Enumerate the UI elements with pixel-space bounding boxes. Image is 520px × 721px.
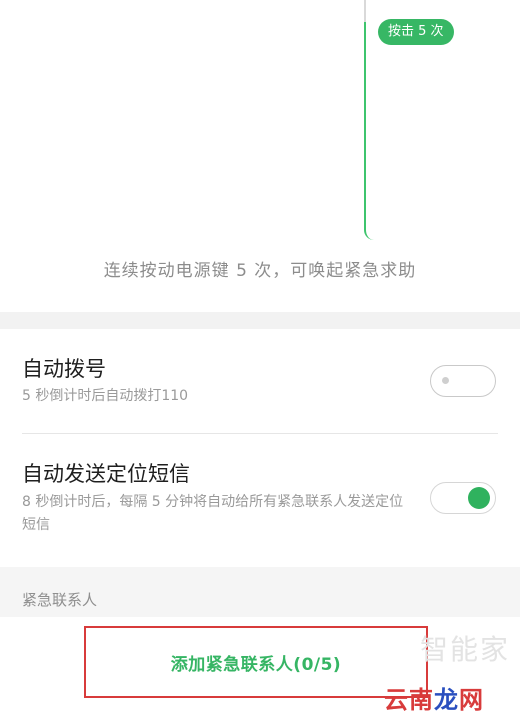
watermark-brand: 云南龙网 bbox=[384, 680, 484, 715]
phone-edge-graphic bbox=[364, 0, 380, 240]
watermark-brand-part1: 云南 bbox=[384, 686, 434, 714]
section-title: 紧急联系人 bbox=[22, 591, 98, 609]
press-count-badge: 按击 5 次 bbox=[378, 19, 454, 45]
toggle-knob bbox=[442, 377, 449, 384]
illustration-caption: 连续按动电源键 5 次，可唤起紧急求助 bbox=[103, 261, 417, 281]
auto-dial-description: 5 秒倒计时后自动拨打110 bbox=[22, 388, 189, 404]
auto-sms-description: 8 秒倒计时后，每隔 5 分钟将自动给所有紧急联系人发送定位短信 bbox=[22, 494, 404, 533]
emergency-contacts-header: 紧急联系人 bbox=[0, 567, 520, 617]
setting-row-auto-sms[interactable]: 自动发送定位短信 8 秒倒计时后，每隔 5 分钟将自动给所有紧急联系人发送定位短… bbox=[0, 434, 520, 567]
toggle-knob bbox=[468, 487, 490, 509]
watermark-brand-part3: 网 bbox=[459, 686, 484, 714]
setting-row-auto-dial[interactable]: 自动拨号 5 秒倒计时后自动拨打110 bbox=[0, 329, 520, 433]
emergency-sos-settings-page: 按击 5 次 连续按动电源键 5 次，可唤起紧急求助 自动拨号 5 秒倒计时后自… bbox=[0, 0, 520, 721]
power-button-illustration: 按击 5 次 连续按动电源键 5 次，可唤起紧急求助 bbox=[0, 0, 520, 312]
section-gap bbox=[0, 312, 520, 329]
add-emergency-contact-button[interactable]: 添加紧急联系人(0/5) bbox=[84, 626, 428, 698]
auto-sms-title: 自动发送定位短信 bbox=[22, 462, 190, 486]
watermark-faint: 智能家 bbox=[420, 633, 511, 666]
auto-dial-toggle[interactable] bbox=[430, 365, 496, 397]
watermark-brand-part2: 龙 bbox=[434, 686, 459, 714]
auto-sms-toggle[interactable] bbox=[430, 482, 496, 514]
auto-dial-title: 自动拨号 bbox=[22, 357, 106, 381]
